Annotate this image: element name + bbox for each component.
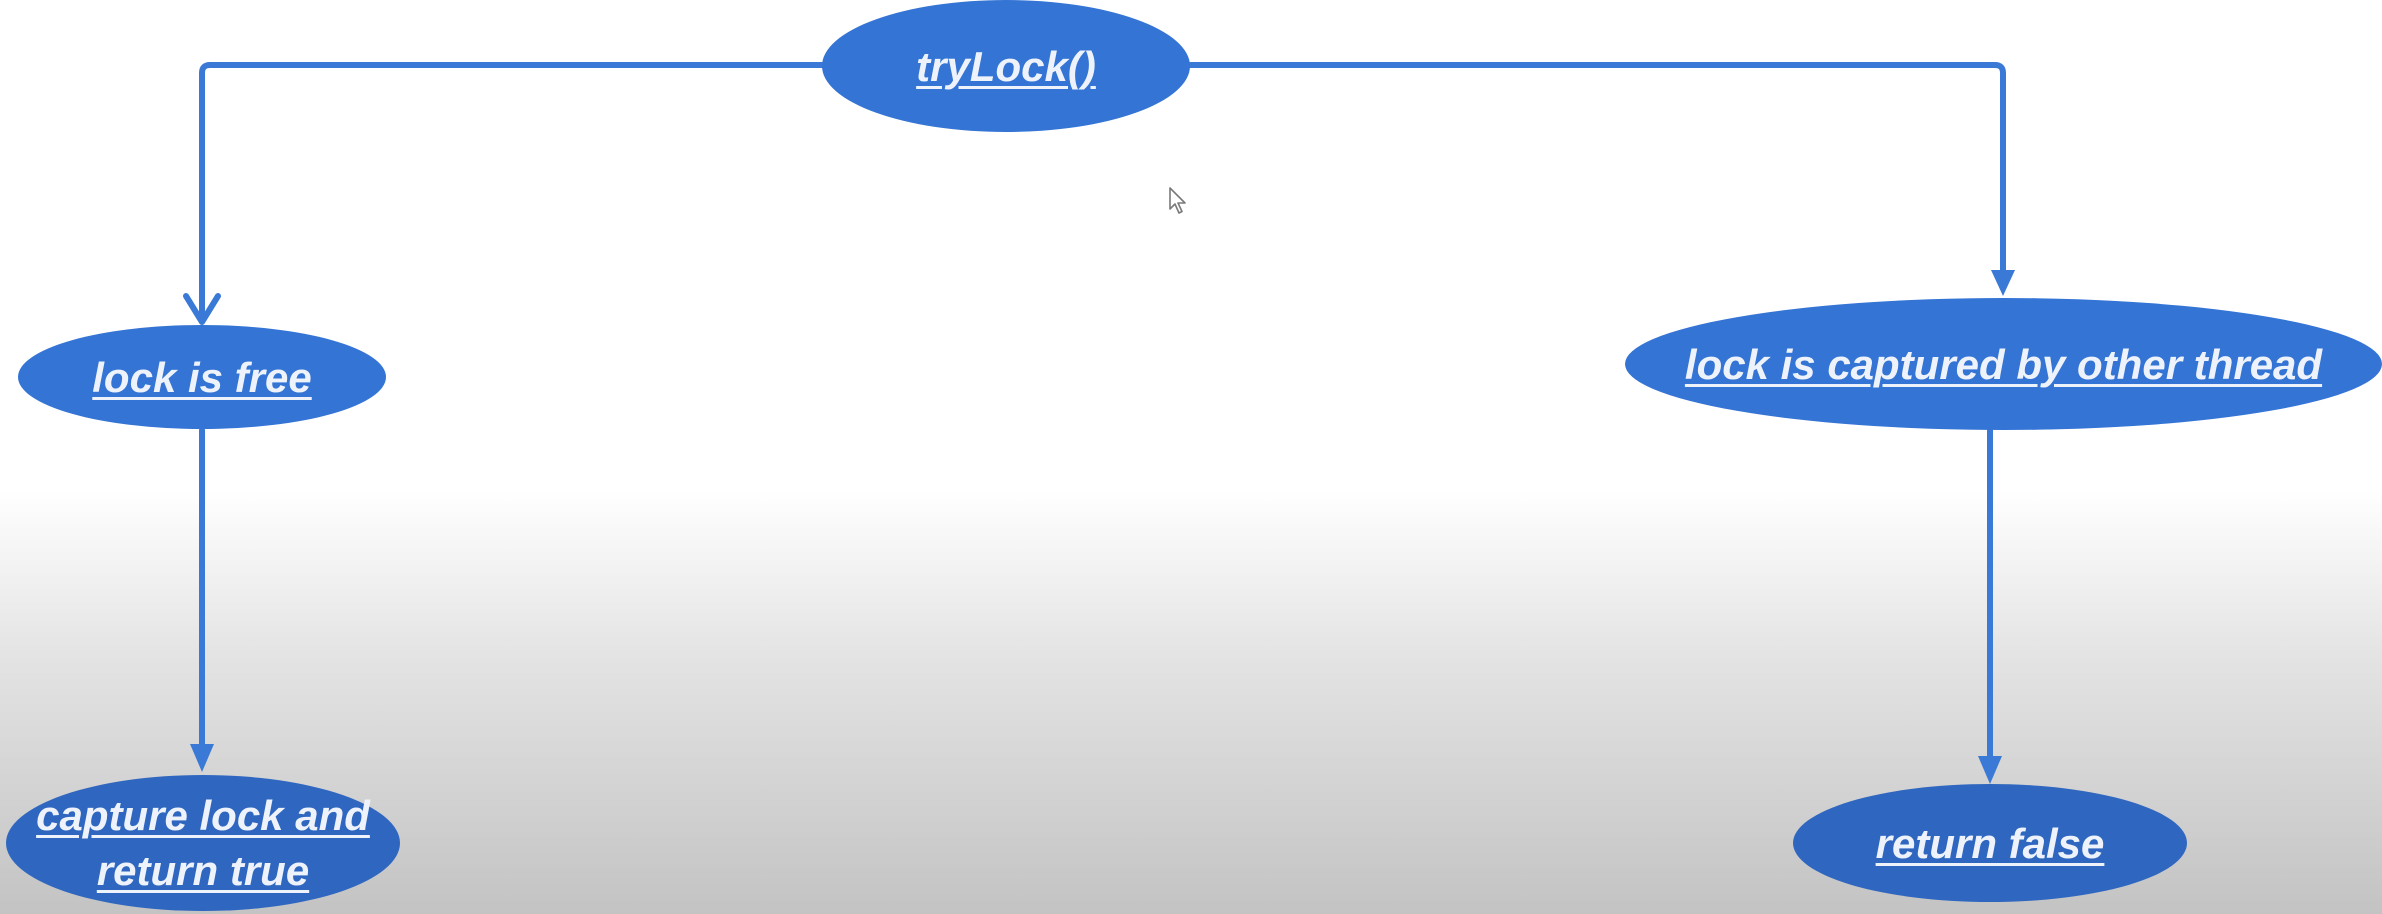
return-false-label: return false <box>1875 819 2105 867</box>
lock-free-label: lock is free <box>92 353 312 401</box>
mouse-pointer-icon <box>1169 187 1186 214</box>
capture-lock-node: capture lock and return true <box>6 775 400 911</box>
lock-free-node: lock is free <box>18 325 386 429</box>
capture-lock-label: capture lock and return true <box>36 788 370 898</box>
trylock-label: tryLock() <box>916 42 1096 90</box>
return-false-node: return false <box>1793 784 2187 902</box>
edge-trylock-to-lock-free <box>199 62 825 321</box>
edge-trylock-to-lock-captured <box>1187 62 2006 291</box>
capture-lock-label-line1: capture lock and <box>36 792 370 839</box>
arrowhead-capture <box>190 744 214 772</box>
capture-lock-label-line2: return true <box>96 847 310 894</box>
lock-captured-label: lock is captured by other thread <box>1684 340 2323 388</box>
arrowhead-lock-captured <box>1991 270 2015 296</box>
flowchart-edges <box>183 62 2015 784</box>
arrowhead-return-false <box>1978 756 2002 784</box>
lock-captured-node: lock is captured by other thread <box>1625 298 2382 430</box>
trylock-node: tryLock() <box>822 0 1190 132</box>
